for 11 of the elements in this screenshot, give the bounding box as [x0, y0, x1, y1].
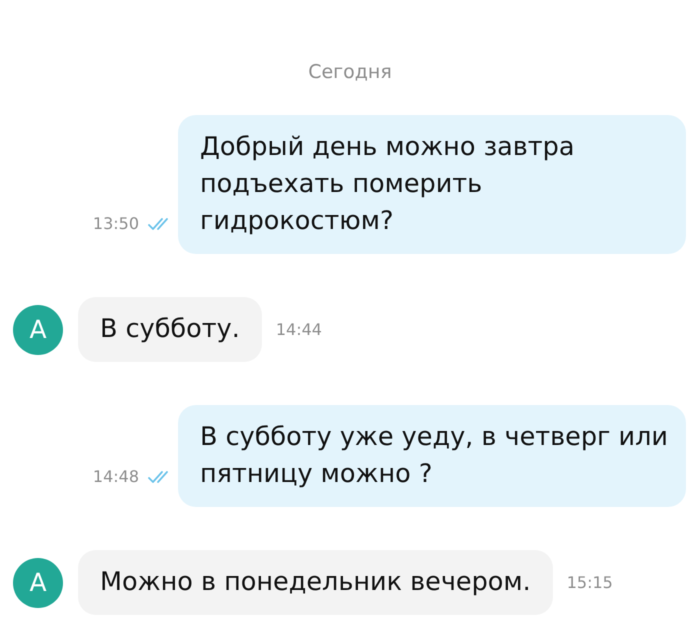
message-time: 14:48 — [92, 467, 139, 487]
date-divider: Сегодня — [308, 60, 392, 84]
avatar: А — [13, 304, 63, 354]
message-bubble: Можно в понедельник вечером. — [78, 550, 553, 615]
avatar: А — [13, 558, 63, 608]
message-time: 13:50 — [92, 214, 139, 234]
message-time: 15:15 — [566, 572, 613, 592]
message-time: 14:44 — [276, 320, 322, 340]
message-bubble: В субботу уже уеду, в четверг или пятницу можно ? — [178, 405, 686, 507]
message-bubble: В субботу. — [78, 297, 262, 362]
message-bubble: Добрый день можно завтра подъехать померить гидрокостюм? — [178, 115, 686, 254]
